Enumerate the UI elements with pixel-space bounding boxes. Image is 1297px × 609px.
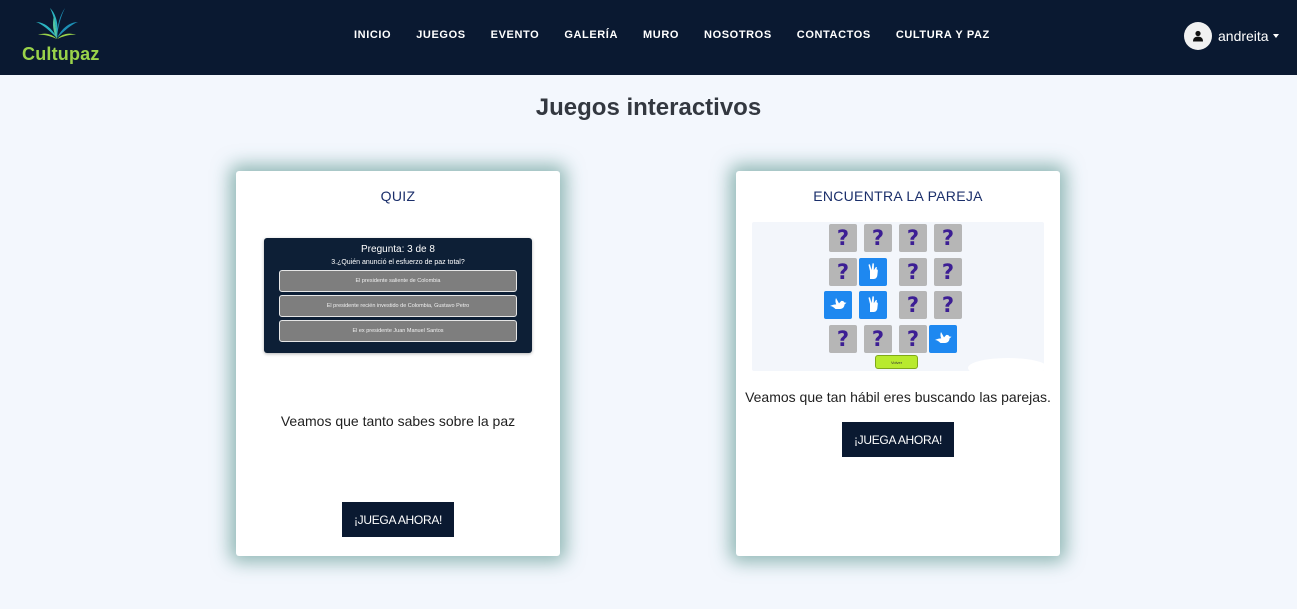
user-menu[interactable]: andreita <box>1184 22 1279 50</box>
peace-hand-icon <box>868 263 878 279</box>
revealed-tile <box>859 291 887 319</box>
hidden-tile: ? <box>829 224 857 252</box>
nav-item-juegos[interactable]: JUEGOS <box>416 29 465 41</box>
quiz-preview-option: El ex presidente Juan Manuel Santos <box>279 320 517 342</box>
avatar[interactable] <box>1184 22 1212 50</box>
nav-item-muro[interactable]: MURO <box>643 29 679 41</box>
username[interactable]: andreita <box>1218 28 1269 44</box>
nav-item-evento[interactable]: EVENTO <box>491 29 540 41</box>
hidden-tile: ? <box>899 325 927 353</box>
quiz-card: QUIZ Pregunta: 3 de 8 3.¿Quién anunció e… <box>236 171 560 556</box>
dove-icon <box>830 298 847 309</box>
quiz-preview-option: El presidente saliente de Colombia <box>279 270 517 292</box>
hidden-tile: ? <box>899 224 927 252</box>
user-icon <box>1193 30 1203 42</box>
lotus-leaves-icon <box>36 8 78 39</box>
hidden-tile: ? <box>899 291 927 319</box>
main-nav: INICIO JUEGOS EVENTO GALERÍA MURO NOSOTR… <box>354 29 1015 41</box>
nav-item-inicio[interactable]: INICIO <box>354 29 391 41</box>
quiz-preview-option: El presidente recién investido de Colomb… <box>279 295 517 317</box>
play-quiz-button[interactable]: ¡JUEGA AHORA! <box>342 502 454 537</box>
cloud-decoration <box>968 358 1044 371</box>
navbar: Cultupaz INICIO JUEGOS EVENTO GALERÍA MU… <box>0 0 1297 75</box>
memory-card: ENCUENTRA LA PAREJA ? ? ? ? ? ? ? ? ? ? … <box>736 171 1060 556</box>
nav-item-nosotros[interactable]: NOSOTROS <box>704 29 772 41</box>
brand-logo[interactable]: Cultupaz <box>20 6 100 66</box>
quiz-preview-question: 3.¿Quién anunció el esfuerzo de paz tota… <box>331 259 465 266</box>
card-description: Veamos que tanto sabes sobre la paz <box>280 413 516 429</box>
hidden-tile: ? <box>934 291 962 319</box>
page-title: Juegos interactivos <box>535 94 762 121</box>
brand-name: Cultupaz <box>22 44 100 64</box>
hidden-tile: ? <box>934 258 962 286</box>
memory-preview-image: ? ? ? ? ? ? ? ? ? ? ? ? Volver <box>752 222 1044 371</box>
play-memory-button[interactable]: ¡JUEGA AHORA! <box>842 422 954 457</box>
dove-icon <box>935 332 952 343</box>
hidden-tile: ? <box>829 325 857 353</box>
card-description: Veamos que tan hábil eres buscando las p… <box>745 389 1051 405</box>
hidden-tile: ? <box>934 224 962 252</box>
revealed-tile <box>824 291 852 319</box>
nav-item-galeria[interactable]: GALERÍA <box>564 29 618 41</box>
volver-button: Volver <box>875 355 918 369</box>
quiz-preview-image: Pregunta: 3 de 8 3.¿Quién anunció el esf… <box>264 238 532 353</box>
card-title: ENCUENTRA LA PAREJA <box>813 188 983 204</box>
chevron-down-icon[interactable] <box>1272 34 1279 38</box>
hidden-tile: ? <box>829 258 857 286</box>
nav-item-cultura-y-paz[interactable]: CULTURA Y PAZ <box>896 29 990 41</box>
nav-item-contactos[interactable]: CONTACTOS <box>797 29 871 41</box>
hidden-tile: ? <box>864 224 892 252</box>
peace-hand-icon <box>868 296 878 312</box>
quiz-preview-header: Pregunta: 3 de 8 <box>361 244 435 255</box>
hidden-tile: ? <box>864 325 892 353</box>
revealed-tile <box>859 258 887 286</box>
revealed-tile <box>929 325 957 353</box>
hidden-tile: ? <box>899 258 927 286</box>
card-title: QUIZ <box>380 188 416 204</box>
